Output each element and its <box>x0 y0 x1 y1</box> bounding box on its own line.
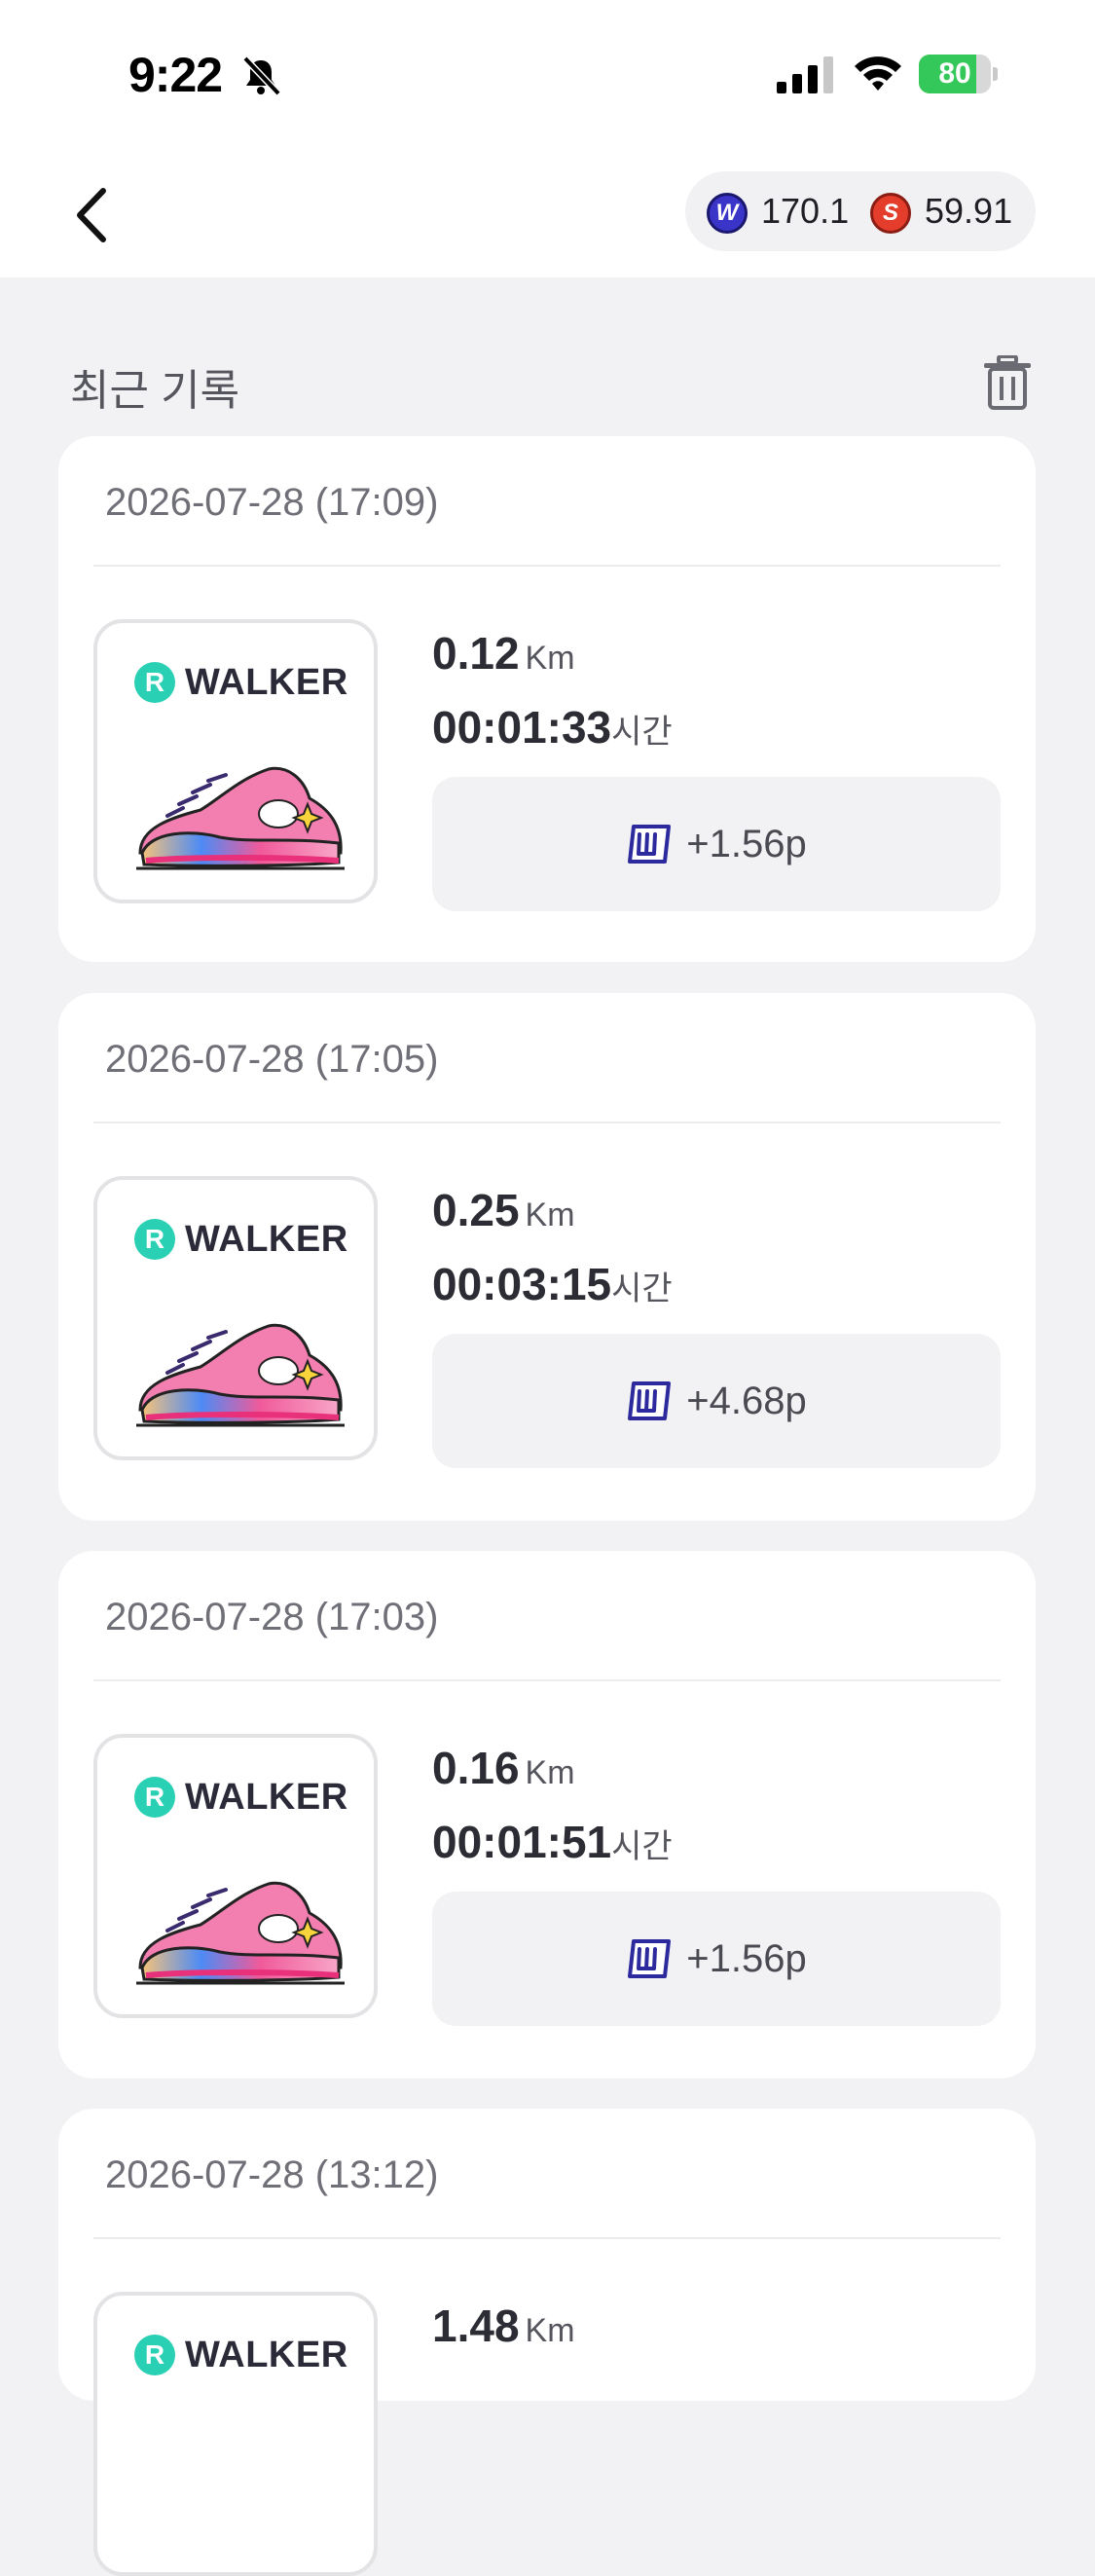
reward-amount: +1.56p <box>686 822 807 865</box>
reward-box: +1.56p <box>432 777 1001 911</box>
s-coin-icon: S <box>870 193 911 234</box>
distance: 1.48 Km <box>432 2300 575 2351</box>
record-date: 2026-07-28 (17:09) <box>105 481 439 524</box>
w-point-icon <box>626 1380 673 1422</box>
card-divider <box>93 2237 1001 2239</box>
reward-box: +1.56p <box>432 1892 1001 2026</box>
duration: 00:01:33시간 <box>432 702 673 753</box>
distance-unit: Km <box>525 2312 575 2349</box>
status-time: 9:22 <box>128 48 223 102</box>
battery-body: 80 <box>919 55 991 93</box>
record-card[interactable]: 2026-07-28 (17:09) R WALKER 0.12 Km 00:01… <box>58 436 1036 962</box>
brand-r-icon: R <box>134 1219 175 1260</box>
section-header: 최근 기록 <box>0 277 1095 462</box>
shoe-thumbnail: R WALKER <box>93 1176 378 1460</box>
bell-slash-icon <box>242 55 281 96</box>
record-card[interactable]: 2026-07-28 (13:12) R WALKER 1.48 Km <box>58 2109 1036 2576</box>
cellular-signal-icon <box>777 56 833 93</box>
record-date: 2026-07-28 (13:12) <box>105 2153 439 2196</box>
card-divider <box>93 565 1001 567</box>
distance-unit: Km <box>525 1754 575 1791</box>
w-point-icon <box>626 1937 673 1980</box>
duration: 00:01:51시간 <box>432 1817 673 1867</box>
reward-box: +4.68p <box>432 1334 1001 1468</box>
record-card[interactable]: 2026-07-28 (17:03) R WALKER 0.16 Km 00:01… <box>58 1551 1036 2079</box>
s-balance: 59.91 <box>925 191 1013 231</box>
brand-name: WALKER <box>185 1219 348 1260</box>
distance-unit: Km <box>525 1196 575 1233</box>
card-divider <box>93 1679 1001 1681</box>
sneaker-icon <box>132 1874 348 1991</box>
brand-name: WALKER <box>185 662 348 703</box>
reward-amount: +4.68p <box>686 1379 807 1422</box>
duration: 00:03:15시간 <box>432 1259 673 1309</box>
sneaker-icon <box>132 1316 348 1433</box>
status-bar: 9:22 80 <box>0 0 1095 146</box>
w-balance: 170.1 <box>761 191 850 231</box>
distance: 0.16 Km <box>432 1743 575 1793</box>
brand-name: WALKER <box>185 2335 348 2375</box>
duration-unit: 시간 <box>611 1270 673 1307</box>
distance-unit: Km <box>525 640 575 677</box>
trash-icon[interactable] <box>983 355 1032 410</box>
distance: 0.12 Km <box>432 628 575 679</box>
duration-unit: 시간 <box>611 1828 673 1865</box>
chevron-left-icon[interactable] <box>60 181 128 249</box>
record-date: 2026-07-28 (17:05) <box>105 1038 439 1081</box>
card-divider <box>93 1122 1001 1123</box>
wifi-icon <box>855 56 901 91</box>
brand-r-icon: R <box>134 662 175 703</box>
brand-r-icon: R <box>134 2335 175 2375</box>
shoe-thumbnail: R WALKER <box>93 1734 378 2018</box>
battery-charging-icon: 80 <box>919 55 999 93</box>
reward-amount: +1.56p <box>686 1936 807 1980</box>
shoe-thumbnail: R WALKER <box>93 619 378 903</box>
battery-cap <box>993 67 998 81</box>
w-point-icon <box>626 823 673 865</box>
brand-name: WALKER <box>185 1777 348 1818</box>
brand-r-icon: R <box>134 1777 175 1818</box>
sneaker-icon <box>132 759 348 876</box>
w-coin-icon: W <box>707 193 748 234</box>
section-title: 최근 기록 <box>70 367 240 415</box>
record-card[interactable]: 2026-07-28 (17:05) R WALKER 0.25 Km 00:03… <box>58 993 1036 1521</box>
distance: 0.25 Km <box>432 1185 575 1235</box>
shoe-thumbnail: R WALKER <box>93 2292 378 2576</box>
balance-pill[interactable]: W 170.1 S 59.91 <box>685 171 1036 251</box>
nav-bar: W 170.1 S 59.91 <box>0 146 1095 277</box>
duration-unit: 시간 <box>611 714 673 751</box>
battery-percent: 80 <box>938 57 971 90</box>
record-date: 2026-07-28 (17:03) <box>105 1596 439 1638</box>
